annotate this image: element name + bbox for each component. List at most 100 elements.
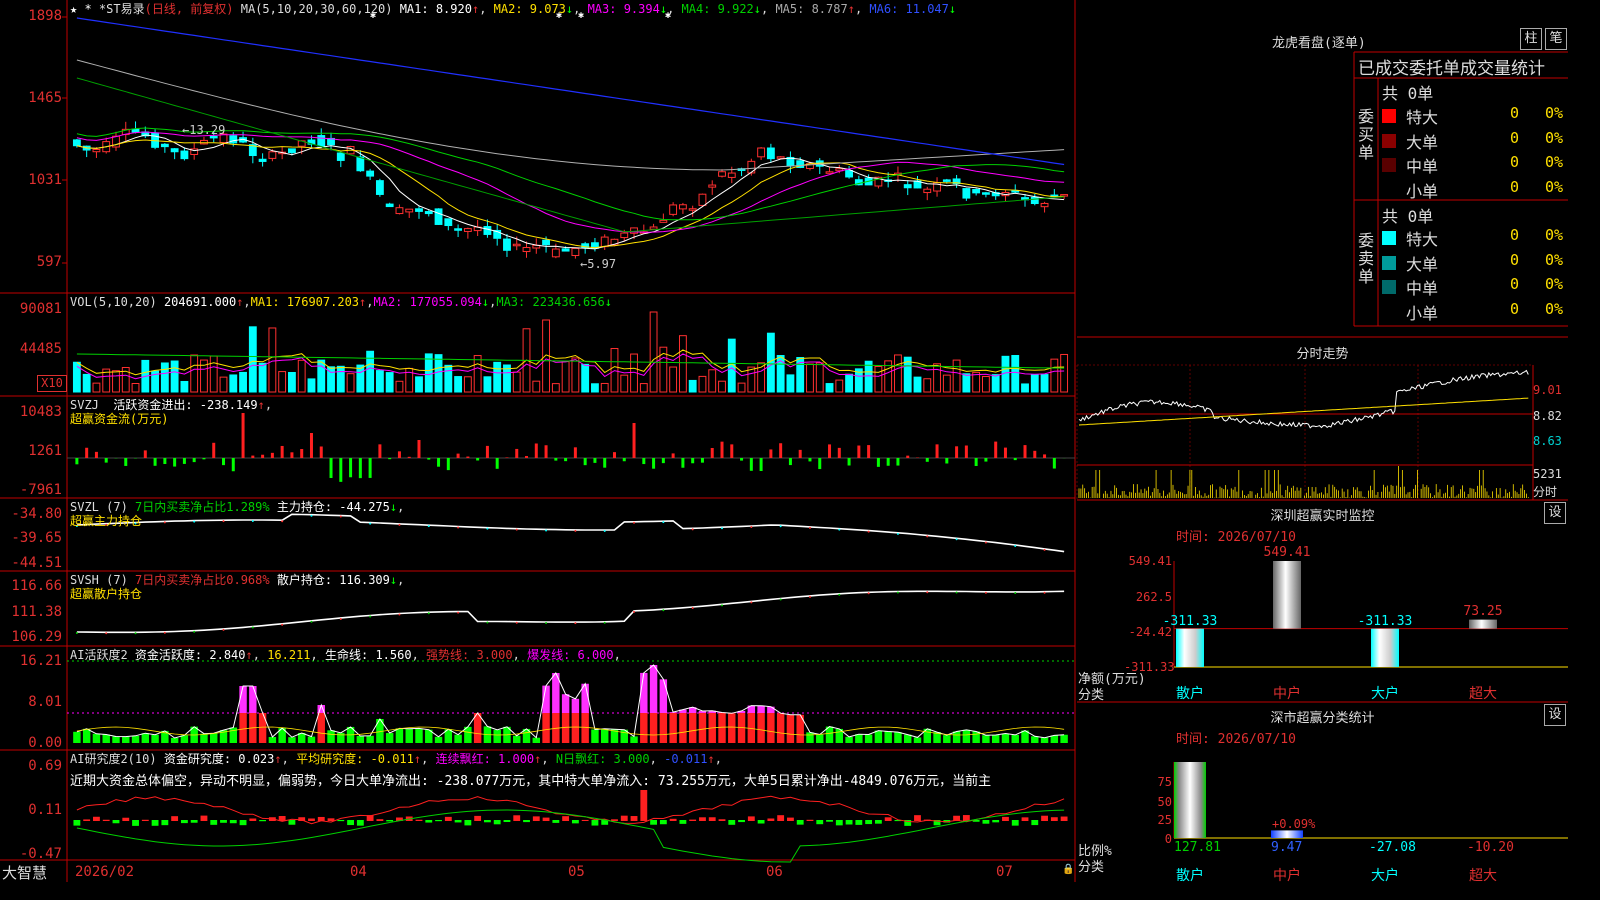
candle-body <box>698 193 707 206</box>
sz-class-title: 深市超赢分类统计 <box>1270 711 1375 726</box>
position-dot <box>926 591 929 594</box>
volume-bar <box>981 376 990 393</box>
ai-active-axis-label: 16.21 <box>19 653 62 669</box>
star-icon[interactable]: ★ * <box>70 2 92 16</box>
brand-label[interactable]: 大智慧 <box>2 862 47 883</box>
ma4-value: MA4: 9.922 <box>681 2 754 16</box>
volume-bar <box>297 359 306 393</box>
flow-bar <box>270 452 274 458</box>
price-axis-label: 597 <box>36 254 62 270</box>
candle-body <box>659 219 668 223</box>
volume-bar <box>737 382 746 393</box>
activity-bar <box>649 713 658 743</box>
candle-body <box>405 208 414 213</box>
candle-body <box>542 239 550 246</box>
flow-bar <box>984 458 988 462</box>
bar-view-button[interactable]: 柱 <box>1520 28 1542 50</box>
volume-bar <box>698 375 707 393</box>
activity-bar <box>767 713 775 743</box>
volume-bar <box>434 354 443 393</box>
flow-bar <box>202 458 206 460</box>
flow-bar <box>857 445 861 458</box>
position-dot <box>1014 545 1017 548</box>
position-dot <box>574 622 577 625</box>
research-bar <box>571 820 579 824</box>
position-dot <box>691 607 694 610</box>
volume-bar <box>395 380 404 393</box>
position-dot <box>427 525 430 528</box>
position-dot <box>808 595 811 598</box>
research-bar <box>1011 820 1019 826</box>
buy-row-label: 小单 <box>1406 181 1439 201</box>
flow-bar <box>964 445 968 458</box>
research-bar <box>151 820 159 826</box>
position-dot <box>515 621 518 624</box>
research-bar <box>777 815 785 821</box>
volume-bar <box>600 382 609 393</box>
date-label: 2026/02 <box>75 864 135 880</box>
svsh-title: SVSH (7) <box>70 573 128 587</box>
research-bar <box>210 820 218 825</box>
flow-bar <box>192 458 196 463</box>
activity-bar <box>268 737 277 743</box>
flow-bar <box>525 455 529 458</box>
svsh-header: SVSH (7) 7日内买卖净占比0.968% 散户持仓: 116.309↓, <box>70 573 405 587</box>
monitor-bar <box>1469 619 1497 629</box>
position-dot <box>193 630 196 633</box>
buy-row-percent: 0% <box>1545 104 1564 122</box>
flow-bar <box>642 458 646 465</box>
volume-bar <box>336 365 345 393</box>
activity-bar <box>288 737 296 743</box>
vol-unit-badge[interactable]: X10 <box>37 375 67 392</box>
activity-bar <box>542 713 550 743</box>
ma5-line <box>76 59 1065 171</box>
activity-bar <box>1031 736 1039 743</box>
sz-monitor-settings-button[interactable]: 设 <box>1544 502 1566 524</box>
sz-class-xlabel: 分类 <box>1078 860 1105 875</box>
flow-bar <box>955 446 959 458</box>
flow-bar <box>564 458 568 462</box>
activity-bar <box>493 729 501 743</box>
activity-bar <box>884 731 892 743</box>
candle-body <box>336 152 345 161</box>
position-dot <box>369 522 372 525</box>
monitor-bar-label: -311.33 <box>1162 613 1218 629</box>
candle-body <box>454 228 463 231</box>
position-dot <box>926 535 929 538</box>
ma1-line <box>76 134 1065 250</box>
position-dot <box>105 632 108 635</box>
activity-bar <box>855 734 863 743</box>
svzl-axis-label: -44.51 <box>11 555 62 571</box>
flow-bar <box>906 455 910 458</box>
candle-body <box>434 208 443 225</box>
position-dot <box>896 532 899 535</box>
sz-class-settings-button[interactable]: 设 <box>1544 704 1566 726</box>
period-label[interactable]: (日线, 前复权) <box>145 2 234 16</box>
chart-canvas[interactable]: ✱ ✱ ✱ ✱ <box>0 0 1568 882</box>
volume-bar <box>649 311 658 393</box>
research-bar <box>708 817 716 821</box>
sell-side-label: 委卖单 <box>1358 231 1375 286</box>
flow-bar <box>261 454 265 458</box>
tick-view-button[interactable]: 笔 <box>1545 28 1567 50</box>
ma6-value: MA6: 11.047 <box>869 2 949 16</box>
lock-icon[interactable]: 🔒 <box>1062 864 1074 875</box>
class-category-label: 大户 <box>1371 868 1399 884</box>
buy-row-percent: 0% <box>1545 128 1564 147</box>
research-bar <box>220 820 227 823</box>
candle-body <box>512 243 521 247</box>
position-dot <box>662 609 665 612</box>
research-bar <box>747 816 755 821</box>
flow-bar <box>837 447 841 458</box>
position-dot <box>867 592 870 595</box>
svzj-axis-label: 10483 <box>19 404 62 420</box>
research-bar <box>845 820 853 825</box>
volume-bar <box>551 383 560 393</box>
activity-bar <box>728 713 736 743</box>
activity-bar <box>532 737 541 743</box>
ai-active-burst: 爆发线: 6.000 <box>527 648 614 662</box>
research-bar <box>962 815 970 821</box>
activity-bar <box>385 733 394 743</box>
ai-research-value: 资金研究度: 0.023 <box>163 752 275 766</box>
activity-bar <box>659 713 668 743</box>
